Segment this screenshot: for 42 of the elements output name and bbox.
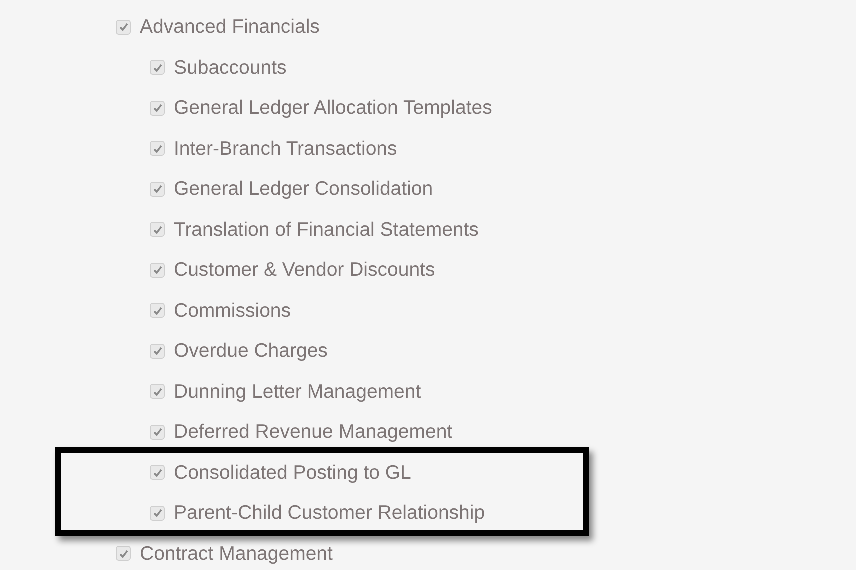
checkmark-icon (118, 22, 128, 32)
checkmark-icon (152, 265, 162, 276)
feature-label: Advanced Financials (140, 16, 320, 38)
checkbox[interactable] (150, 60, 165, 76)
checkmark-icon (152, 224, 162, 235)
checkbox[interactable] (150, 424, 165, 440)
checkmark-icon (152, 346, 162, 356)
checkmark-icon (152, 468, 162, 478)
checkmark-icon (152, 184, 162, 194)
checkmark-icon (152, 508, 162, 518)
checkbox[interactable] (116, 20, 131, 35)
checkbox[interactable] (150, 141, 165, 156)
checkmark-icon (152, 386, 162, 397)
checkmark-icon (152, 62, 162, 73)
feature-label: General Ledger Allocation Templates (174, 97, 492, 120)
feature-label: General Ledger Consolidation (174, 178, 434, 200)
checkmark-icon (152, 306, 162, 316)
checkbox[interactable] (150, 384, 165, 400)
checkbox[interactable] (150, 344, 165, 359)
checkbox[interactable] (150, 506, 165, 521)
feature-label: Commissions (174, 300, 292, 322)
checkbox[interactable] (150, 222, 165, 238)
checkbox[interactable] (150, 100, 165, 116)
checkbox[interactable] (150, 303, 165, 318)
checkmark-icon (152, 427, 162, 438)
feature-label: Parent-Child Customer Relationship (174, 502, 486, 524)
checkmark-icon (118, 548, 128, 559)
checkbox[interactable] (150, 262, 165, 278)
feature-label: Translation of Financial Statements (174, 218, 479, 241)
feature-label: Customer & Vendor Discounts (174, 259, 436, 282)
feature-label: Deferred Revenue Management (174, 421, 453, 444)
feature-label: Dunning Letter Management (174, 380, 422, 403)
checkbox[interactable] (150, 182, 165, 197)
feature-label: Contract Management (140, 542, 333, 565)
checkbox[interactable] (150, 465, 165, 480)
checkmark-icon (152, 103, 162, 114)
feature-label: Consolidated Posting to GL (174, 462, 412, 484)
feature-label: Overdue Charges (174, 340, 328, 362)
feature-label: Subaccounts (174, 56, 287, 79)
checkbox[interactable] (116, 546, 131, 562)
checkmark-icon (152, 144, 162, 154)
feature-label: Inter-Branch Transactions (174, 138, 398, 160)
